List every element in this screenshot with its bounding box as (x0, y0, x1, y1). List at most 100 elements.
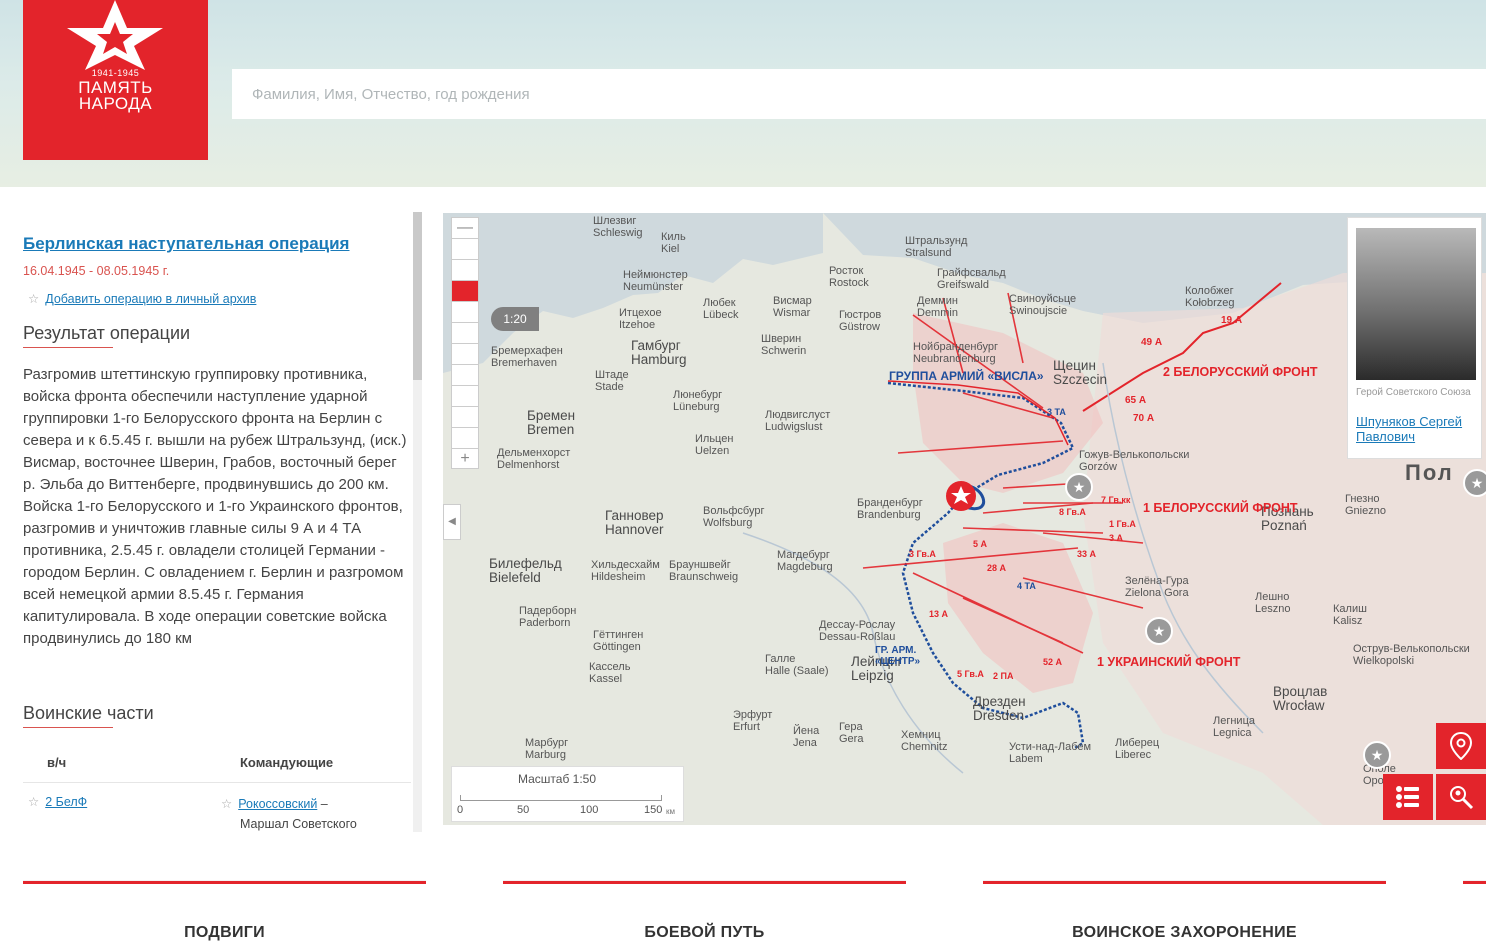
army-label: 49 А (1141, 337, 1163, 348)
tab-more[interactable] (1463, 881, 1486, 948)
army-label: 28 А (987, 563, 1007, 573)
city-label: Гожув-Велькопольски Gorzów (1079, 449, 1190, 473)
front-label-1-ukrainian: 1 УКРАИНСКИЙ ФРОНТ (1097, 655, 1241, 669)
army-label: 7 Гв.кк (1101, 495, 1131, 505)
city-label: Бранденбург Brandenburg (857, 497, 923, 521)
city-label: Вроцлав Wrocław (1273, 684, 1328, 713)
logo[interactable]: 1941-1945 ПАМЯТЬ НАРОДА (23, 0, 208, 160)
city-label: Острув-Велькопольски Wielkopolski (1353, 643, 1470, 667)
units-col-commanders: Командующие (240, 755, 334, 770)
city-label: Шверин Schwerin (761, 333, 807, 357)
army-label: 3 ТА (1047, 407, 1066, 417)
zoom-control: — + (451, 217, 479, 469)
memorial-marker-icon[interactable]: ★ (1065, 473, 1093, 501)
city-label: Лешно Leszno (1255, 591, 1291, 615)
units-heading: Воинские части (23, 703, 154, 728)
city-label: Галле Halle (Saale) (765, 653, 829, 677)
city-label: Кассель Kassel (589, 661, 631, 685)
search-on-map-button[interactable] (1436, 774, 1486, 820)
zoom-step[interactable] (451, 385, 479, 406)
list-view-button[interactable] (1383, 774, 1433, 820)
zoom-step[interactable] (451, 301, 479, 322)
army-label: 19 А (1221, 315, 1243, 326)
zoom-in-button[interactable]: + (451, 448, 479, 469)
collapse-panel-arrow-icon[interactable]: ◀ (443, 504, 461, 540)
city-label: Гюстров Güstrow (839, 309, 882, 333)
city-label: Бремен Bremen (527, 408, 576, 437)
memorial-marker-icon[interactable]: ★ (1145, 617, 1173, 645)
unit-link[interactable]: 2 БелФ (45, 795, 87, 809)
city-label: Колобжег Kołobrzeg (1185, 285, 1235, 309)
location-pin-button[interactable] (1436, 723, 1486, 769)
tab-feats[interactable]: ПОДВИГИ (23, 881, 426, 948)
scale-tick: 0 (457, 804, 464, 816)
army-label: 5 Гв.А (957, 669, 984, 679)
zoom-step-active[interactable] (451, 280, 479, 301)
search-input[interactable] (232, 69, 1486, 119)
zoom-step[interactable] (451, 322, 479, 343)
city-label: Шлезвиг Schleswig (593, 215, 643, 239)
army-label: 13 А (929, 609, 949, 619)
star-outline-icon: ☆ (28, 292, 40, 306)
city-label: Грайфсвальд Greifswald (937, 267, 1006, 291)
memorial-marker-icon[interactable]: ★ (1363, 741, 1391, 769)
city-label: Марбург Marburg (525, 737, 569, 761)
hero-card[interactable]: Герой Советского Союза Шпуняков Сергей П… (1347, 217, 1482, 459)
army-label: 70 А (1133, 413, 1155, 424)
add-to-archive[interactable]: ☆ Добавить операцию в личный архив (28, 291, 256, 306)
tab-combat-path[interactable]: БОЕВОЙ ПУТЬ (503, 881, 906, 948)
result-text: Разгромив штеттинскую группировку против… (23, 366, 407, 647)
panel-scrollbar[interactable] (413, 212, 422, 832)
zoom-step[interactable] (451, 238, 479, 259)
hero-name-link[interactable]: Шпуняков Сергей Павлович (1356, 414, 1478, 444)
scale-title: Масштаб 1:50 (517, 772, 597, 786)
city-label: Калиш Kalisz (1333, 603, 1367, 627)
tab-burial[interactable]: ВОИНСКОЕ ЗАХОРОНЕНИЕ (983, 881, 1386, 948)
zoom-step[interactable] (451, 427, 479, 448)
zoom-step[interactable] (451, 406, 479, 427)
memorial-marker-icon[interactable]: ★ (1463, 469, 1486, 497)
operation-title[interactable]: Берлинская наступательная операция (23, 234, 349, 254)
army-label: 33 А (1077, 549, 1097, 559)
header: 1941-1945 ПАМЯТЬ НАРОДА (0, 0, 1486, 187)
army-label: 65 А (1125, 395, 1147, 406)
city-label: Дрезден Dresden (973, 694, 1026, 723)
army-label: 4 ТА (1017, 581, 1036, 591)
army-label: 5 А (973, 539, 988, 549)
scale-unit: км (666, 807, 675, 816)
zoom-step[interactable] (451, 259, 479, 280)
city-label: Падерборн Paderborn (519, 605, 577, 629)
city-label: Зелёна-Гура Zielona Gora (1125, 575, 1189, 599)
city-label: Неймюнстер Neumünster (623, 269, 688, 293)
add-to-archive-link[interactable]: Добавить операцию в личный архив (45, 292, 256, 306)
list-icon (1396, 786, 1419, 808)
city-label: Штральзунд Stralsund (905, 235, 968, 259)
zoom-step[interactable] (451, 343, 479, 364)
city-label: Итцехое Itzehoe (619, 307, 662, 331)
commander-rank: Маршал Советского (240, 817, 357, 831)
logo-years: 1941-1945 (91, 68, 140, 78)
city-label: Гера Gera (839, 721, 864, 745)
army-label: 3 А (1109, 533, 1124, 543)
units-col-unit: в/ч (47, 755, 67, 770)
front-label-2-belorussian: 2 БЕЛОРУССКИЙ ФРОНТ (1163, 365, 1318, 379)
map-scale: Масштаб 1:50 0 50 100 150 км (451, 766, 684, 822)
front-label-1-belorussian: 1 БЕЛОРУССКИЙ ФРОНТ (1143, 501, 1298, 515)
city-label: Билефельд Bielefeld (489, 556, 562, 585)
city-label: Гамбург Hamburg (631, 338, 687, 367)
map-base (443, 213, 1486, 825)
hero-photo (1356, 228, 1476, 380)
city-label: Висмар Wismar (773, 295, 812, 319)
city-label: Легница Legnica (1213, 715, 1255, 739)
operation-map[interactable]: Шлезвиг Schleswig Киль Kiel Неймюнстер Neum… (443, 213, 1486, 825)
city-label: Гёттинген Göttingen (593, 629, 644, 653)
city-label: Йена Jena (793, 725, 820, 749)
commander-cell: ☆ Рокоссовский – Маршал Советского (221, 797, 357, 831)
zoom-step[interactable] (451, 364, 479, 385)
army-group-visla: ГРУППА АРМИЙ «ВИСЛА» (889, 369, 1044, 383)
scrollbar-thumb[interactable] (413, 212, 422, 380)
zoom-out-button[interactable]: — (451, 217, 479, 238)
logo-name: ПАМЯТЬ НАРОДА (78, 78, 153, 113)
commander-link[interactable]: Рокоссовский (238, 797, 317, 811)
location-pin-icon (1449, 731, 1473, 761)
